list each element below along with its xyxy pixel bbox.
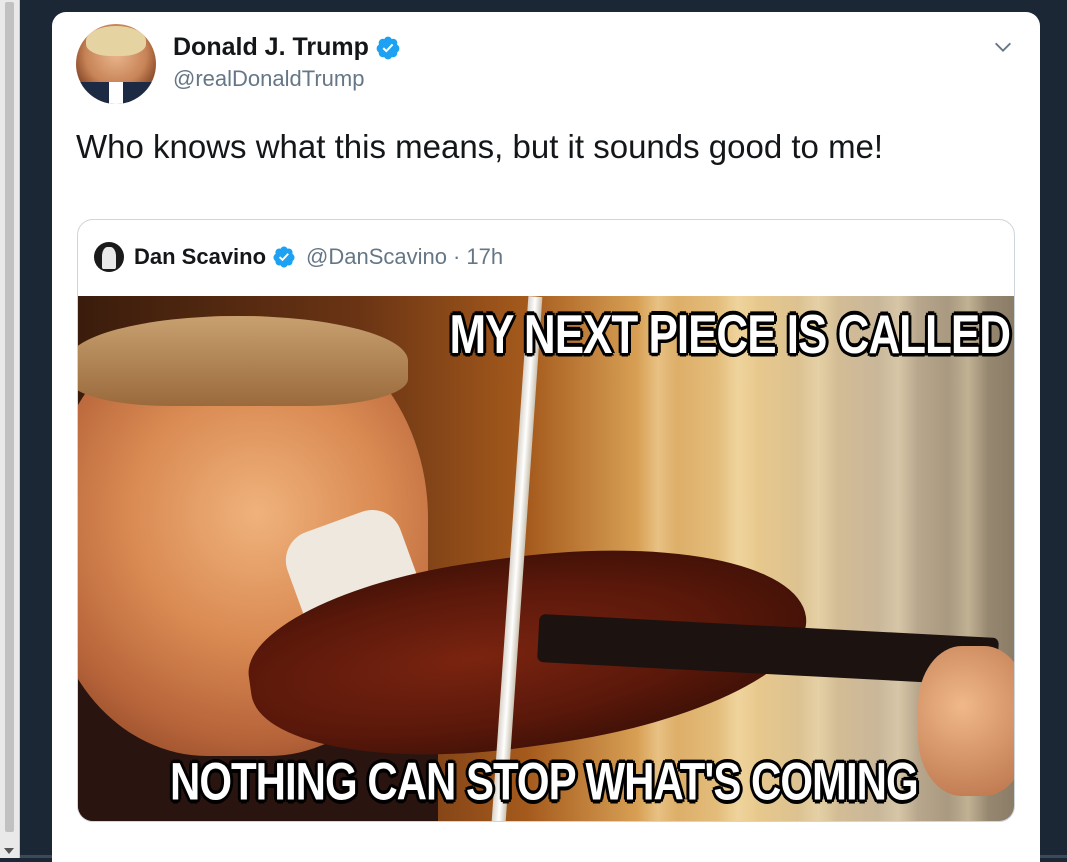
chevron-down-icon[interactable] xyxy=(992,36,1014,58)
separator-dot: · xyxy=(453,244,461,269)
author-name-row: Donald J. Trump xyxy=(173,33,401,62)
author-handle[interactable]: @realDonaldTrump xyxy=(173,66,364,92)
quoted-tweet-header: Dan Scavino @DanScavino · 17h xyxy=(94,242,503,272)
tweet-card[interactable]: Donald J. Trump @realDonaldTrump Who kno… xyxy=(52,12,1040,862)
quoted-tweet[interactable]: Dan Scavino @DanScavino · 17h MY NEXT PI… xyxy=(77,219,1015,822)
meme-caption-top: MY NEXT PIECE IS CALLED xyxy=(449,304,1011,366)
quoted-author-handle[interactable]: @DanScavino xyxy=(306,244,447,270)
author-avatar[interactable] xyxy=(76,24,156,104)
scrollbar-thumb[interactable] xyxy=(5,2,14,832)
quoted-author-name[interactable]: Dan Scavino xyxy=(134,244,266,270)
quoted-tweet-timestamp[interactable]: 17h xyxy=(466,244,503,270)
verified-badge-icon xyxy=(273,246,295,268)
meme-caption-bottom: NOTHING CAN STOP WHAT'S COMING xyxy=(170,752,919,811)
scroll-down-arrow-icon[interactable] xyxy=(4,848,14,854)
quoted-author-avatar[interactable] xyxy=(94,242,124,272)
scrollbar[interactable] xyxy=(0,0,20,858)
verified-badge-icon xyxy=(376,36,400,59)
tweet-text: Who knows what this means, but it sounds… xyxy=(76,128,884,165)
meme-image[interactable]: MY NEXT PIECE IS CALLED NOTHING CAN STOP… xyxy=(78,296,1014,821)
author-name[interactable]: Donald J. Trump xyxy=(173,33,369,62)
